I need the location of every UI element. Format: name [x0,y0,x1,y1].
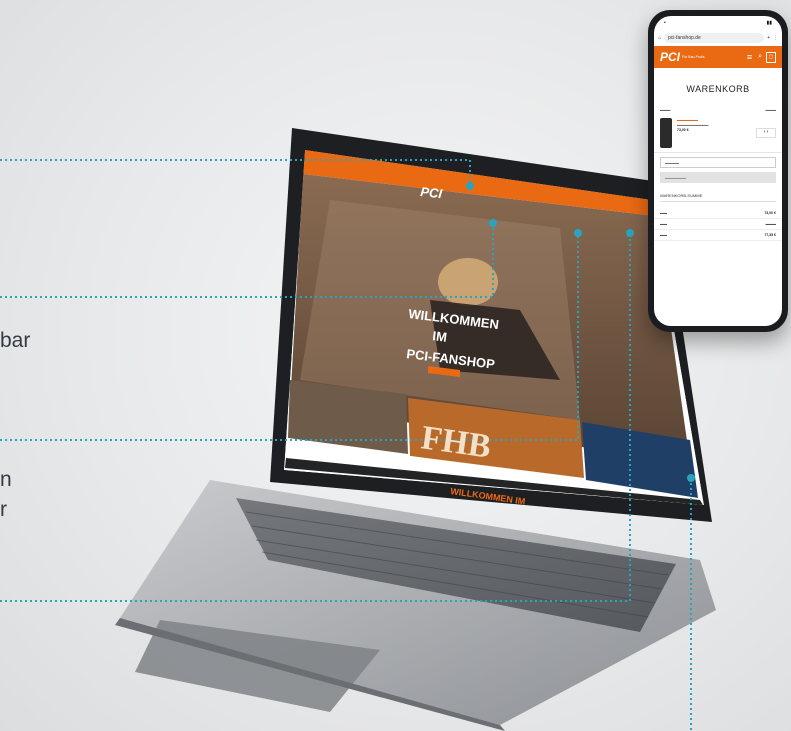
cart-summary-title: WARENKORB-SUMME [660,193,776,202]
phone-logo[interactable]: PCI [660,50,680,64]
phone-status-bar: • ▮▮ [654,16,782,30]
more-icon[interactable]: ⋮ [773,35,778,41]
url-field[interactable]: pci-fanshop.de [664,33,765,43]
smartphone: • ▮▮ ⌂ pci-fanshop.de + ⋮ PCI Für Bau-Pr… [648,10,788,332]
cart-title: WARENKORB [686,84,750,94]
hamburger-menu-icon[interactable]: ≡ [747,52,752,62]
phone-url-bar[interactable]: ⌂ pci-fanshop.de + ⋮ [654,30,782,46]
summary-row-total: ▬▬ 77,35 € [654,230,782,241]
shipping-label: ▬▬ [660,222,667,226]
summary-row-shipping: ▬▬ ▬▬▬ [654,219,782,230]
phone-logo-sub: Für Bau-Profis [682,55,705,59]
column-product: ▬▬▬ [660,108,671,112]
new-tab-icon[interactable]: + [767,35,770,41]
product-price: 73,00 € [677,128,689,132]
product-thumbnail[interactable] [660,118,672,148]
search-icon[interactable]: ⌕ [758,53,762,61]
coupon-button[interactable]: ▬▬▬▬ [660,157,776,168]
callout-text-2-line1: n [0,468,12,491]
callout-text-1: bar [0,329,31,352]
home-icon[interactable]: ⌂ [658,35,661,41]
subtotal-value: 73,00 € [764,211,776,215]
callout-text-2-line2: r [0,498,7,521]
product-info: ▬▬▬▬▬▬ ▬▬▬▬▬▬▬▬▬ 73,00 € [677,118,751,148]
summary-row-subtotal: ▬▬ 73,00 € [654,208,782,219]
phone-site-header: PCI Für Bau-Profis ≡ ⌕ ▢ [654,46,782,68]
cart-item: ▬▬▬▬▬▬ ▬▬▬▬▬▬▬▬▬ 73,00 € ‹ › [654,112,782,153]
hero-title-line2: IM [432,328,448,345]
total-value: 77,35 € [764,233,776,237]
shipping-value: ▬▬▬ [765,222,777,226]
cart-icon[interactable]: ▢ [766,51,776,63]
callout-text-2: n r [0,465,12,525]
status-icons: ▮▮ [766,20,772,26]
subtotal-label: ▬▬ [660,211,667,215]
total-label: ▬▬ [660,233,667,237]
phone-screen: • ▮▮ ⌂ pci-fanshop.de + ⋮ PCI Für Bau-Pr… [654,16,782,326]
status-time: • [664,20,666,26]
quantity-stepper[interactable]: ‹ › [756,128,776,138]
site-logo: PCI [420,184,444,201]
update-cart-button[interactable]: ▬▬▬▬▬▬ [660,172,776,183]
column-subtotal: ▬▬▬ [765,108,777,112]
